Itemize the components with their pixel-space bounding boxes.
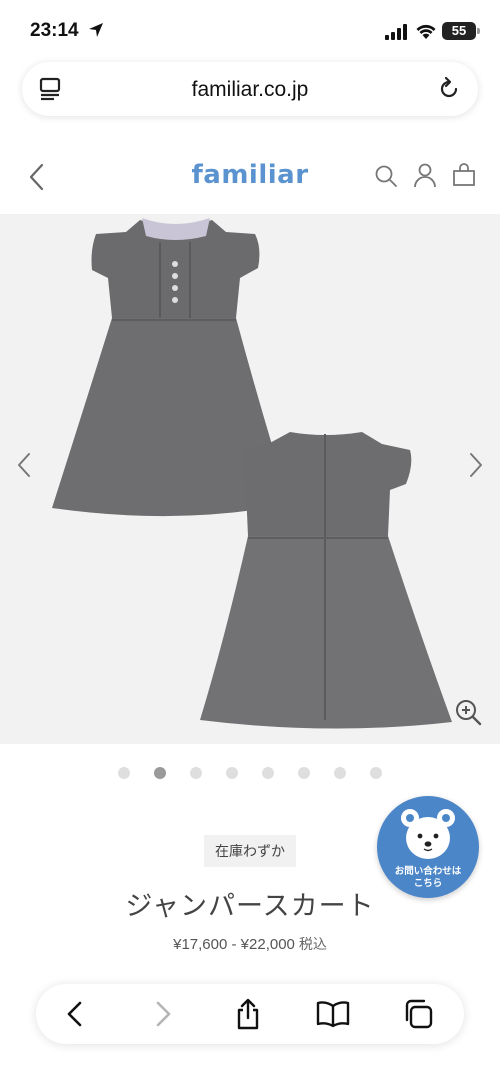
gallery-prev-icon[interactable] (14, 450, 34, 480)
reload-icon[interactable] (436, 76, 462, 102)
pagination-dot[interactable] (298, 767, 310, 779)
cellular-signal-icon (385, 24, 407, 40)
product-price: ¥17,600 - ¥22,000 税込 (0, 934, 500, 954)
contact-label-line1: お問い合わせは (394, 866, 462, 877)
pagination-dot[interactable] (334, 767, 346, 779)
tabs-icon[interactable] (402, 998, 434, 1030)
pagination-dot[interactable] (262, 767, 274, 779)
location-arrow-icon (89, 23, 103, 37)
contact-bubble-button[interactable]: お問い合わせは こちら (377, 796, 479, 898)
address-bar[interactable]: familiar.co.jp (22, 62, 478, 116)
product-image (52, 218, 452, 729)
browser-toolbar (36, 984, 464, 1044)
wifi-icon (416, 24, 436, 39)
bookmarks-icon[interactable] (316, 998, 350, 1030)
gallery-next-icon[interactable] (466, 450, 486, 480)
pagination-dot[interactable] (370, 767, 382, 779)
battery-indicator: 55 (442, 22, 476, 40)
site-header: familiar (0, 146, 500, 206)
status-time: 23:14 (30, 20, 79, 41)
back-arrow-icon[interactable] (64, 998, 86, 1030)
gallery-pagination (0, 766, 500, 780)
url-text[interactable]: familiar.co.jp (22, 78, 478, 102)
forward-arrow-icon[interactable] (152, 998, 174, 1030)
pagination-dot[interactable] (154, 767, 166, 779)
bear-mascot-icon (401, 809, 455, 859)
pagination-dot[interactable] (226, 767, 238, 779)
battery-cap (477, 28, 480, 34)
product-title: ジャンパースカート (125, 891, 375, 921)
status-bar: 23:14 55 (0, 0, 500, 58)
search-icon[interactable] (374, 164, 398, 188)
zoom-in-icon[interactable] (454, 698, 482, 726)
cart-bag-icon[interactable] (452, 163, 476, 187)
account-icon[interactable] (413, 162, 437, 188)
pagination-dot[interactable] (118, 767, 130, 779)
price-range: ¥17,600 - ¥22,000 (173, 936, 295, 953)
product-image-gallery[interactable] (0, 214, 500, 744)
stock-status-badge: 在庫わずか (204, 835, 296, 867)
pagination-dot[interactable] (190, 767, 202, 779)
share-icon[interactable] (233, 998, 263, 1030)
tax-label: 税込 (298, 936, 327, 952)
